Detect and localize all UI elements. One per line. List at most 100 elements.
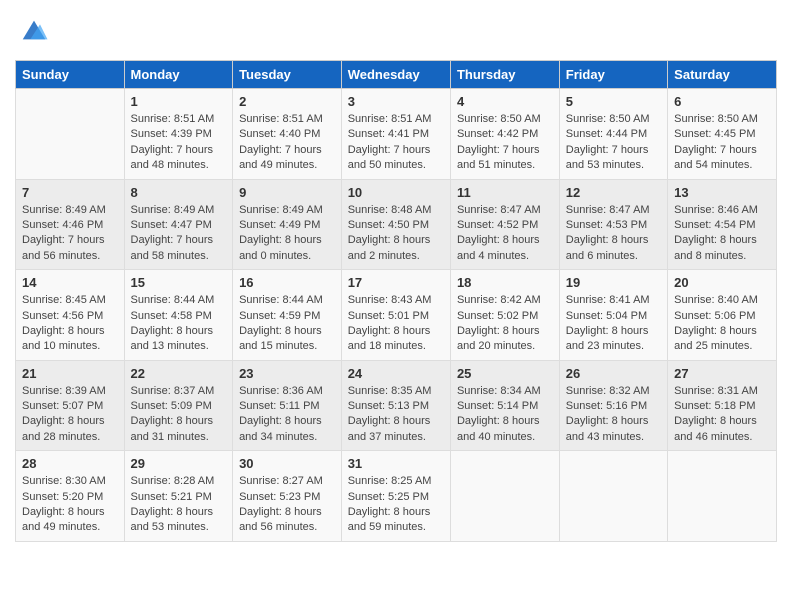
day-number: 1	[131, 94, 227, 109]
day-number: 26	[566, 366, 661, 381]
day-number: 25	[457, 366, 553, 381]
day-number: 13	[674, 185, 770, 200]
calendar-week-row: 14 Sunrise: 8:45 AMSunset: 4:56 PMDayligh…	[16, 270, 777, 361]
day-detail: Sunrise: 8:46 AMSunset: 4:54 PMDaylight:…	[674, 203, 770, 265]
page-header	[15, 15, 777, 50]
calendar-week-row: 21 Sunrise: 8:39 AMSunset: 5:07 PMDayligh…	[16, 360, 777, 451]
logo-icon	[19, 15, 49, 45]
day-detail: Sunrise: 8:51 AMSunset: 4:39 PMDaylight:…	[131, 112, 227, 174]
calendar-cell: 26 Sunrise: 8:32 AMSunset: 5:16 PMDayligh…	[559, 360, 667, 451]
calendar-cell: 5 Sunrise: 8:50 AMSunset: 4:44 PMDaylight…	[559, 89, 667, 180]
calendar-cell: 19 Sunrise: 8:41 AMSunset: 5:04 PMDayligh…	[559, 270, 667, 361]
day-number: 6	[674, 94, 770, 109]
day-detail: Sunrise: 8:49 AMSunset: 4:47 PMDaylight:…	[131, 203, 227, 265]
day-number: 19	[566, 275, 661, 290]
day-detail: Sunrise: 8:51 AMSunset: 4:41 PMDaylight:…	[348, 112, 444, 174]
day-header-sunday: Sunday	[16, 61, 125, 89]
day-detail: Sunrise: 8:34 AMSunset: 5:14 PMDaylight:…	[457, 384, 553, 446]
day-detail: Sunrise: 8:47 AMSunset: 4:52 PMDaylight:…	[457, 203, 553, 265]
calendar-cell: 30 Sunrise: 8:27 AMSunset: 5:23 PMDayligh…	[233, 451, 342, 542]
day-number: 4	[457, 94, 553, 109]
day-number: 17	[348, 275, 444, 290]
day-detail: Sunrise: 8:50 AMSunset: 4:45 PMDaylight:…	[674, 112, 770, 174]
day-number: 9	[239, 185, 335, 200]
calendar-cell: 8 Sunrise: 8:49 AMSunset: 4:47 PMDaylight…	[124, 179, 233, 270]
calendar-week-row: 28 Sunrise: 8:30 AMSunset: 5:20 PMDayligh…	[16, 451, 777, 542]
calendar-cell: 22 Sunrise: 8:37 AMSunset: 5:09 PMDayligh…	[124, 360, 233, 451]
calendar-cell: 11 Sunrise: 8:47 AMSunset: 4:52 PMDayligh…	[450, 179, 559, 270]
day-number: 11	[457, 185, 553, 200]
calendar-cell: 23Sunrise: 8:36 AMSunset: 5:11 PMDayligh…	[233, 360, 342, 451]
day-number: 12	[566, 185, 661, 200]
day-number: 27	[674, 366, 770, 381]
day-detail: Sunrise: 8:27 AMSunset: 5:23 PMDaylight:…	[239, 474, 335, 536]
day-detail: Sunrise: 8:40 AMSunset: 5:06 PMDaylight:…	[674, 293, 770, 355]
day-header-wednesday: Wednesday	[341, 61, 450, 89]
calendar-cell: 15 Sunrise: 8:44 AMSunset: 4:58 PMDayligh…	[124, 270, 233, 361]
calendar-cell: 27 Sunrise: 8:31 AMSunset: 5:18 PMDayligh…	[668, 360, 777, 451]
calendar-cell: 10 Sunrise: 8:48 AMSunset: 4:50 PMDayligh…	[341, 179, 450, 270]
day-number: 18	[457, 275, 553, 290]
day-detail: Sunrise: 8:30 AMSunset: 5:20 PMDaylight:…	[22, 474, 118, 536]
day-detail: Sunrise: 8:48 AMSunset: 4:50 PMDaylight:…	[348, 203, 444, 265]
calendar-cell	[559, 451, 667, 542]
calendar-cell: 18 Sunrise: 8:42 AMSunset: 5:02 PMDayligh…	[450, 270, 559, 361]
day-header-thursday: Thursday	[450, 61, 559, 89]
day-number: 14	[22, 275, 118, 290]
day-number: 31	[348, 456, 444, 471]
day-number: 15	[131, 275, 227, 290]
day-header-friday: Friday	[559, 61, 667, 89]
day-detail: Sunrise: 8:44 AMSunset: 4:59 PMDaylight:…	[239, 293, 335, 355]
calendar-cell: 12 Sunrise: 8:47 AMSunset: 4:53 PMDayligh…	[559, 179, 667, 270]
calendar-cell: 13 Sunrise: 8:46 AMSunset: 4:54 PMDayligh…	[668, 179, 777, 270]
day-number: 3	[348, 94, 444, 109]
day-number: 24	[348, 366, 444, 381]
day-detail: Sunrise: 8:47 AMSunset: 4:53 PMDaylight:…	[566, 203, 661, 265]
day-detail: Sunrise: 8:25 AMSunset: 5:25 PMDaylight:…	[348, 474, 444, 536]
calendar-cell: 31 Sunrise: 8:25 AMSunset: 5:25 PMDayligh…	[341, 451, 450, 542]
day-number: 22	[131, 366, 227, 381]
day-header-tuesday: Tuesday	[233, 61, 342, 89]
day-number: 5	[566, 94, 661, 109]
calendar-table: SundayMondayTuesdayWednesdayThursdayFrid…	[15, 60, 777, 542]
calendar-cell: 1 Sunrise: 8:51 AMSunset: 4:39 PMDaylight…	[124, 89, 233, 180]
calendar-cell: 14 Sunrise: 8:45 AMSunset: 4:56 PMDayligh…	[16, 270, 125, 361]
calendar-cell: 25 Sunrise: 8:34 AMSunset: 5:14 PMDayligh…	[450, 360, 559, 451]
day-detail: Sunrise: 8:44 AMSunset: 4:58 PMDaylight:…	[131, 293, 227, 355]
calendar-cell	[668, 451, 777, 542]
day-detail: Sunrise: 8:28 AMSunset: 5:21 PMDaylight:…	[131, 474, 227, 536]
day-number: 7	[22, 185, 118, 200]
calendar-cell: 17 Sunrise: 8:43 AMSunset: 5:01 PMDayligh…	[341, 270, 450, 361]
day-detail: Sunrise: 8:50 AMSunset: 4:44 PMDaylight:…	[566, 112, 661, 174]
day-detail: Sunrise: 8:51 AMSunset: 4:40 PMDaylight:…	[239, 112, 335, 174]
calendar-cell	[450, 451, 559, 542]
calendar-week-row: 7Sunrise: 8:49 AMSunset: 4:46 PMDaylight…	[16, 179, 777, 270]
day-number: 30	[239, 456, 335, 471]
day-detail: Sunrise: 8:41 AMSunset: 5:04 PMDaylight:…	[566, 293, 661, 355]
day-number: 8	[131, 185, 227, 200]
day-number: 29	[131, 456, 227, 471]
day-detail: Sunrise: 8:50 AMSunset: 4:42 PMDaylight:…	[457, 112, 553, 174]
day-detail: Sunrise: 8:37 AMSunset: 5:09 PMDaylight:…	[131, 384, 227, 446]
calendar-header-row: SundayMondayTuesdayWednesdayThursdayFrid…	[16, 61, 777, 89]
calendar-cell: 20Sunrise: 8:40 AMSunset: 5:06 PMDayligh…	[668, 270, 777, 361]
day-detail: Sunrise: 8:45 AMSunset: 4:56 PMDaylight:…	[22, 293, 118, 355]
day-detail: Sunrise: 8:32 AMSunset: 5:16 PMDaylight:…	[566, 384, 661, 446]
calendar-cell: 24 Sunrise: 8:35 AMSunset: 5:13 PMDayligh…	[341, 360, 450, 451]
calendar-cell	[16, 89, 125, 180]
day-number: 23	[239, 366, 335, 381]
day-detail: Sunrise: 8:42 AMSunset: 5:02 PMDaylight:…	[457, 293, 553, 355]
day-detail: Sunrise: 8:35 AMSunset: 5:13 PMDaylight:…	[348, 384, 444, 446]
logo	[15, 15, 49, 50]
day-detail: Sunrise: 8:39 AMSunset: 5:07 PMDaylight:…	[22, 384, 118, 446]
day-header-saturday: Saturday	[668, 61, 777, 89]
calendar-week-row: 1 Sunrise: 8:51 AMSunset: 4:39 PMDaylight…	[16, 89, 777, 180]
day-detail: Sunrise: 8:43 AMSunset: 5:01 PMDaylight:…	[348, 293, 444, 355]
day-number: 21	[22, 366, 118, 381]
day-number: 2	[239, 94, 335, 109]
day-number: 28	[22, 456, 118, 471]
calendar-cell: 4 Sunrise: 8:50 AMSunset: 4:42 PMDaylight…	[450, 89, 559, 180]
day-detail: Sunrise: 8:49 AMSunset: 4:49 PMDaylight:…	[239, 203, 335, 265]
day-number: 10	[348, 185, 444, 200]
day-detail: Sunrise: 8:31 AMSunset: 5:18 PMDaylight:…	[674, 384, 770, 446]
